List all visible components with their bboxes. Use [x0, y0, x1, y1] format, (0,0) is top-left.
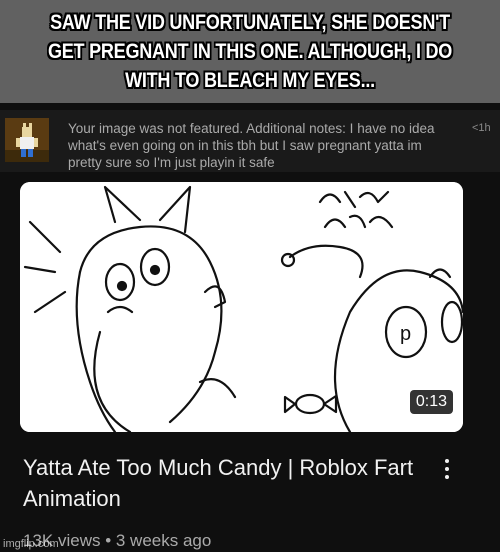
- watermark: imgflip.com: [3, 538, 59, 550]
- meme-caption: SAW THE VID UNFORTUNATELY, SHE DOESN'T G…: [47, 11, 453, 92]
- notification-time: <1h: [472, 122, 491, 134]
- video-title[interactable]: Yatta Ate Too Much Candy | Roblox Fart A…: [23, 452, 423, 514]
- cartoon-sketch-image: p: [20, 182, 463, 432]
- video-duration-badge: 0:13: [409, 390, 453, 414]
- roblox-avatar-icon: [5, 118, 49, 162]
- notification-message: Your image was not featured. Additional …: [68, 121, 435, 170]
- video-thumbnail[interactable]: p 0:13: [20, 182, 463, 432]
- notification-thumbnail: [5, 118, 49, 162]
- svg-text:p: p: [400, 323, 411, 345]
- more-options-icon[interactable]: [440, 455, 454, 491]
